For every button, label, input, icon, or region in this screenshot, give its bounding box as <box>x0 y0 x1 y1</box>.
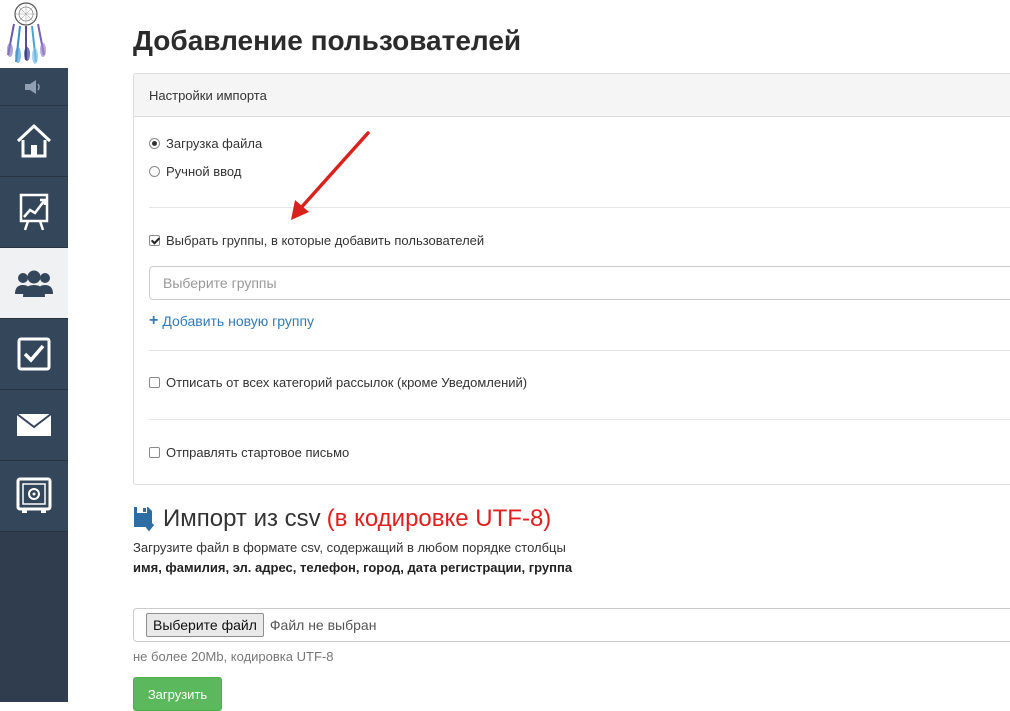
unsubscribe-label: Отписать от всех категорий рассылок (кро… <box>166 375 528 390</box>
divider <box>149 207 1010 208</box>
sidebar-item-tasks[interactable] <box>0 319 68 390</box>
radio-manual-label: Ручной ввод <box>166 164 242 179</box>
checkbox-choose-groups[interactable]: Выбрать группы, в которые добавить польз… <box>149 233 484 248</box>
plus-icon: + <box>149 312 159 329</box>
dreamcatcher-logo <box>0 0 68 68</box>
checkbox-send-welcome[interactable]: Отправлять стартовое письмо <box>149 445 349 460</box>
users-icon <box>15 270 53 297</box>
page-title: Добавление пользователей <box>133 25 522 56</box>
send-welcome-label: Отправлять стартовое письмо <box>166 445 350 460</box>
import-description: Загрузите файл в формате csv, содержащий… <box>133 540 566 555</box>
file-hint: не более 20Mb, кодировка UTF-8 <box>133 649 334 664</box>
file-input[interactable]: Выберите файл Файл не выбран <box>133 608 1010 642</box>
import-heading: Импорт из csv (в кодировке UTF-8) <box>133 505 551 533</box>
radio-button[interactable] <box>149 166 160 177</box>
sidebar-item-safe[interactable] <box>0 461 68 532</box>
safe-icon <box>16 477 52 513</box>
envelope-icon <box>16 413 52 436</box>
radio-manual-entry[interactable]: Ручной ввод <box>149 164 241 179</box>
divider <box>149 419 1010 420</box>
speaker-icon <box>25 79 40 94</box>
upload-button[interactable]: Загрузить <box>133 677 222 711</box>
checkbox[interactable] <box>149 377 160 388</box>
import-columns: имя, фамилия, эл. адрес, телефон, город,… <box>133 560 573 575</box>
panel-heading: Настройки импорта <box>134 74 1010 117</box>
radio-button[interactable] <box>149 138 160 149</box>
annotation-arrow <box>291 131 370 220</box>
choose-file-button[interactable]: Выберите файл <box>146 613 264 637</box>
encoding-note: (в кодировке UTF-8) <box>326 505 552 532</box>
checkbox[interactable] <box>149 235 160 246</box>
radio-file-upload[interactable]: Загрузка файла <box>149 136 262 151</box>
announcements-toggle[interactable] <box>0 68 68 106</box>
sidebar-item-mail[interactable] <box>0 390 68 461</box>
checkbox-unsubscribe[interactable]: Отписать от всех категорий рассылок (кро… <box>149 375 527 390</box>
add-group-link[interactable]: + Добавить новую группу <box>149 312 314 330</box>
groups-select[interactable]: Выберите группы <box>149 266 1010 300</box>
sidebar <box>0 0 68 702</box>
sidebar-item-users[interactable] <box>0 248 68 319</box>
choose-groups-label: Выбрать группы, в которые добавить польз… <box>166 233 485 248</box>
import-title: Импорт из csv <box>163 505 321 532</box>
sidebar-item-stats[interactable] <box>0 177 68 248</box>
file-status: Файл не выбран <box>269 617 377 633</box>
checkbox-icon <box>17 337 51 371</box>
checkbox[interactable] <box>149 447 160 458</box>
import-settings-panel: Настройки импорта Загрузка файла Ручной … <box>133 73 1010 485</box>
radio-file-label: Загрузка файла <box>166 136 263 151</box>
home-icon <box>16 124 52 158</box>
add-group-label: Добавить новую группу <box>162 313 315 329</box>
divider <box>149 350 1010 351</box>
sidebar-item-home[interactable] <box>0 106 68 177</box>
file-import-icon <box>134 507 155 532</box>
chart-icon <box>19 193 49 231</box>
